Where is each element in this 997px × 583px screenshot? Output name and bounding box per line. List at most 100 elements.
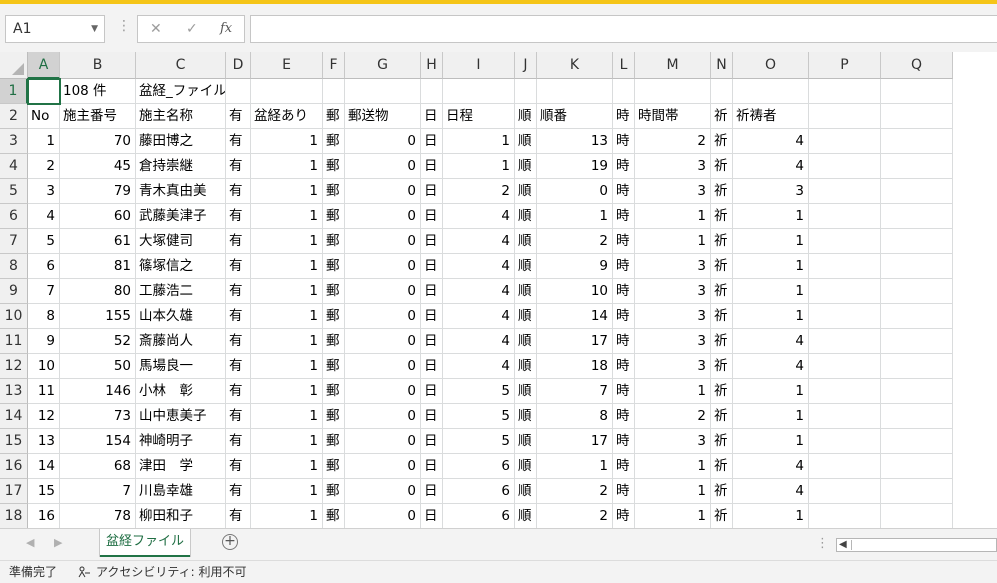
row-header[interactable]: 1 [0, 79, 28, 104]
cell-m5[interactable]: 3 [635, 179, 711, 204]
cell-a14[interactable]: 12 [28, 404, 60, 429]
row-header[interactable]: 12 [0, 354, 28, 379]
cell-g5[interactable]: 0 [345, 179, 421, 204]
cell-j8[interactable]: 順 [515, 254, 537, 279]
cell-d14[interactable]: 有 [226, 404, 251, 429]
cell-d16[interactable]: 有 [226, 454, 251, 479]
cell-h15[interactable]: 日 [421, 429, 443, 454]
cell-d17[interactable]: 有 [226, 479, 251, 504]
cell-i6[interactable]: 4 [443, 204, 515, 229]
cell-j6[interactable]: 順 [515, 204, 537, 229]
cell-n5[interactable]: 祈 [711, 179, 733, 204]
cell-k13[interactable]: 7 [537, 379, 613, 404]
spreadsheet-grid[interactable]: A B C D E F G H I J K L M N O P Q 1 108 件盆経_ファイル 2 No 施主番号 施主名… [0, 52, 997, 528]
cell-f2[interactable]: 郵 [323, 104, 345, 129]
cell-q14[interactable] [881, 404, 953, 429]
cell-k12[interactable]: 18 [537, 354, 613, 379]
cell-k9[interactable]: 10 [537, 279, 613, 304]
cell-m6[interactable]: 1 [635, 204, 711, 229]
cell-g3[interactable]: 0 [345, 129, 421, 154]
cell-n7[interactable]: 祈 [711, 229, 733, 254]
cell-q8[interactable] [881, 254, 953, 279]
cell-p8[interactable] [809, 254, 881, 279]
row-header[interactable]: 11 [0, 329, 28, 354]
cell-h16[interactable]: 日 [421, 454, 443, 479]
cell-e2[interactable]: 盆経あり [251, 104, 323, 129]
horizontal-scrollbar[interactable]: ◀ [836, 538, 997, 552]
row-header[interactable]: 13 [0, 379, 28, 404]
cell-q10[interactable] [881, 304, 953, 329]
cell-b12[interactable]: 50 [60, 354, 136, 379]
cell-a13[interactable]: 11 [28, 379, 60, 404]
cell-o8[interactable]: 1 [733, 254, 809, 279]
cell-e6[interactable]: 1 [251, 204, 323, 229]
row-header[interactable]: 2 [0, 104, 28, 129]
column-header-j[interactable]: J [515, 52, 537, 79]
column-header-g[interactable]: G [345, 52, 421, 79]
cell-f4[interactable]: 郵 [323, 154, 345, 179]
cell-q15[interactable] [881, 429, 953, 454]
cell-n14[interactable]: 祈 [711, 404, 733, 429]
cell-g7[interactable]: 0 [345, 229, 421, 254]
cell-p16[interactable] [809, 454, 881, 479]
cell-g1[interactable] [345, 79, 421, 104]
cell-e17[interactable]: 1 [251, 479, 323, 504]
cell-d5[interactable]: 有 [226, 179, 251, 204]
cell-b10[interactable]: 155 [60, 304, 136, 329]
column-header-i[interactable]: I [443, 52, 515, 79]
cell-m1[interactable] [635, 79, 711, 104]
cell-b5[interactable]: 79 [60, 179, 136, 204]
cell-o5[interactable]: 3 [733, 179, 809, 204]
column-header-k[interactable]: K [537, 52, 613, 79]
column-header-l[interactable]: L [613, 52, 635, 79]
cell-a17[interactable]: 15 [28, 479, 60, 504]
cell-q18[interactable] [881, 504, 953, 528]
cell-n10[interactable]: 祈 [711, 304, 733, 329]
cell-j10[interactable]: 順 [515, 304, 537, 329]
column-header-a[interactable]: A [28, 52, 60, 79]
cell-n12[interactable]: 祈 [711, 354, 733, 379]
cell-c3[interactable]: 藤田博之 [136, 129, 226, 154]
cell-j12[interactable]: 順 [515, 354, 537, 379]
cell-o16[interactable]: 4 [733, 454, 809, 479]
cell-j2[interactable]: 順 [515, 104, 537, 129]
cell-l18[interactable]: 時 [613, 504, 635, 528]
cell-j16[interactable]: 順 [515, 454, 537, 479]
cell-a16[interactable]: 14 [28, 454, 60, 479]
cell-l5[interactable]: 時 [613, 179, 635, 204]
sheet-tab[interactable]: 盆経ファイル [100, 529, 190, 557]
cell-g14[interactable]: 0 [345, 404, 421, 429]
cell-f10[interactable]: 郵 [323, 304, 345, 329]
cell-l13[interactable]: 時 [613, 379, 635, 404]
cell-m16[interactable]: 1 [635, 454, 711, 479]
formula-input[interactable] [250, 15, 997, 43]
cell-a18[interactable]: 16 [28, 504, 60, 528]
cell-p1[interactable] [809, 79, 881, 104]
cell-h12[interactable]: 日 [421, 354, 443, 379]
cell-q12[interactable] [881, 354, 953, 379]
cell-b18[interactable]: 78 [60, 504, 136, 528]
cell-a15[interactable]: 13 [28, 429, 60, 454]
cell-o12[interactable]: 4 [733, 354, 809, 379]
cell-d4[interactable]: 有 [226, 154, 251, 179]
cell-e9[interactable]: 1 [251, 279, 323, 304]
cell-m9[interactable]: 3 [635, 279, 711, 304]
cell-p17[interactable] [809, 479, 881, 504]
cell-i18[interactable]: 6 [443, 504, 515, 528]
cell-c17[interactable]: 川島幸雄 [136, 479, 226, 504]
row-header[interactable]: 15 [0, 429, 28, 454]
cell-l12[interactable]: 時 [613, 354, 635, 379]
cell-c10[interactable]: 山本久雄 [136, 304, 226, 329]
column-header-q[interactable]: Q [881, 52, 953, 79]
cell-g11[interactable]: 0 [345, 329, 421, 354]
cell-n8[interactable]: 祈 [711, 254, 733, 279]
cell-g2[interactable]: 郵送物 [345, 104, 421, 129]
cell-h1[interactable] [421, 79, 443, 104]
cell-e8[interactable]: 1 [251, 254, 323, 279]
cell-a8[interactable]: 6 [28, 254, 60, 279]
column-header-b[interactable]: B [60, 52, 136, 79]
cell-a4[interactable]: 2 [28, 154, 60, 179]
select-all-button[interactable] [0, 52, 28, 79]
cell-i7[interactable]: 4 [443, 229, 515, 254]
cell-j7[interactable]: 順 [515, 229, 537, 254]
